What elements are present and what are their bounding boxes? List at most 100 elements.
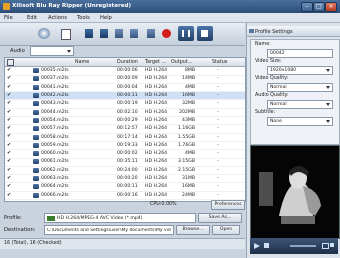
volume-icon[interactable] [330, 243, 334, 247]
name-input[interactable]: 00042 [267, 49, 333, 58]
row-checkbox[interactable]: ✔ [7, 142, 12, 148]
stop-preview-icon[interactable] [264, 243, 269, 248]
row-name: 00066.m2ts [41, 192, 69, 198]
list-header: Name Duration Target ... Output... Statu… [5, 58, 245, 67]
save-as-button[interactable]: Save As... [198, 213, 242, 223]
table-row[interactable]: ✔ 00066.m2ts 00:00:16 HD H.264 24MB - [5, 192, 245, 201]
table-row[interactable]: ✔ 00043.m2ts 00:00:19 HD H.264 32MB - [5, 100, 245, 109]
remove-button[interactable] [112, 26, 126, 41]
row-name: 00042.m2ts [41, 93, 69, 99]
menu-edit[interactable]: Edit [27, 15, 37, 21]
table-row[interactable]: ✔ 00037.m2ts 00:00:09 HD H.264 14MB - [5, 75, 245, 84]
table-row[interactable]: ✔ 00041.m2ts 00:00:04 HD H.264 4MB - [5, 84, 245, 93]
table-row[interactable]: ✔ 00063.m2ts 00:00:20 HD H.264 31MB - [5, 175, 245, 184]
row-checkbox[interactable]: ✔ [7, 175, 12, 181]
row-target: HD H.264 [145, 192, 168, 198]
table-row[interactable]: ✔ 00042.m2ts 00:00:11 HD H.264 16MB - [5, 91, 245, 101]
audio-quality-select[interactable]: Normal [267, 100, 333, 109]
pause-button[interactable] [178, 26, 194, 41]
row-name: 00037.m2ts [41, 76, 69, 82]
row-duration: 00:12:57 [117, 126, 138, 132]
minimize-button[interactable]: – [301, 2, 313, 12]
video-quality-label: Video Quality: [255, 76, 289, 81]
row-checkbox[interactable]: ✔ [7, 101, 12, 106]
add-file-button[interactable] [58, 26, 72, 41]
row-output-size: 32MB [182, 101, 195, 107]
row-checkbox[interactable]: ✔ [7, 92, 12, 98]
table-row[interactable]: ✔ 00060.m2ts 00:00:02 HD H.264 4MB - [5, 150, 245, 159]
view-button-2[interactable] [97, 26, 111, 41]
row-output-size: 43MB [182, 117, 195, 123]
row-checkbox[interactable]: ✔ [7, 134, 12, 139]
audio-select[interactable] [30, 46, 74, 56]
row-checkbox[interactable]: ✔ [7, 159, 12, 164]
clip-button[interactable] [127, 26, 141, 41]
close-button[interactable]: × [325, 2, 337, 12]
play-icon[interactable] [254, 243, 260, 249]
preferences-button[interactable]: Preferences [211, 200, 245, 210]
load-disc-button[interactable] [36, 26, 54, 41]
row-checkbox[interactable]: ✔ [7, 109, 12, 115]
table-row[interactable]: ✔ 00064.m2ts 00:00:11 HD H.264 16MB - [5, 183, 245, 192]
view-button-1[interactable] [82, 26, 96, 41]
column-output[interactable]: Output... [171, 60, 192, 65]
stop-button[interactable] [197, 26, 213, 41]
table-row[interactable]: ✔ 00058.m2ts 00:17:14 HD H.264 1.55GB - [5, 133, 245, 142]
row-checkbox[interactable]: ✔ [7, 151, 12, 156]
menu-file[interactable]: File [4, 15, 13, 21]
column-status[interactable]: Status [212, 60, 227, 65]
profile-select[interactable]: HD H.264/MPEG-4 AVC Video (*.mp4) [44, 213, 196, 223]
subtitle-value: None [270, 119, 282, 124]
video-file-icon [33, 93, 39, 99]
snapshot-icon[interactable] [322, 243, 329, 249]
row-checkbox[interactable]: ✔ [7, 126, 12, 131]
menu-actions[interactable]: Actions [48, 15, 67, 21]
row-checkbox[interactable]: ✔ [7, 192, 12, 198]
browse-button[interactable]: Browse... [176, 225, 210, 235]
table-row[interactable]: ✔ 00044.m2ts 00:02:10 HD H.264 202MB - [5, 109, 245, 118]
row-checkbox[interactable]: ✔ [7, 117, 12, 123]
column-target[interactable]: Target ... [145, 60, 166, 65]
row-target: HD H.264 [145, 68, 168, 74]
video-file-icon [33, 134, 39, 140]
table-row[interactable]: ✔ 00035.m2ts 00:00:06 HD H.264 8MB - [5, 67, 245, 76]
split-button[interactable] [144, 26, 158, 41]
video-file-icon [33, 76, 39, 82]
row-checkbox[interactable]: ✔ [7, 84, 12, 90]
app-icon [3, 3, 10, 10]
menu-help[interactable]: Help [100, 15, 112, 21]
table-row[interactable]: ✔ 00062.m2ts 00:24:00 HD H.264 2.15GB - [5, 167, 245, 176]
destination-input[interactable]: C:\Documents and Settings\user\My docume… [44, 225, 174, 235]
row-checkbox[interactable]: ✔ [7, 167, 12, 173]
row-checkbox[interactable]: ✔ [7, 76, 12, 81]
video-preview [250, 145, 340, 239]
video-file-icon [33, 184, 39, 190]
open-button[interactable]: Open [212, 225, 240, 235]
menu-tools[interactable]: Tools [77, 15, 90, 21]
table-row[interactable]: ✔ 00061.m2ts 00:35:11 HD H.264 3.15GB - [5, 158, 245, 167]
preview-seek-bar[interactable] [290, 245, 316, 247]
check-all-box[interactable] [7, 59, 14, 66]
table-row[interactable]: ✔ 00054.m2ts 00:00:29 HD H.264 43MB - [5, 117, 245, 126]
profile-settings-header[interactable]: Profile Settings [247, 26, 340, 37]
row-name: 00059.m2ts [41, 142, 69, 148]
row-checkbox[interactable]: ✔ [7, 184, 12, 189]
video-size-select[interactable]: 1920x1080 [267, 66, 333, 75]
film-icon [85, 29, 93, 38]
column-duration[interactable]: Duration [117, 60, 138, 65]
title-bar[interactable]: Xilisoft Blu Ray Ripper (Unregistered) –… [0, 0, 340, 13]
row-duration: 00:19:33 [117, 142, 138, 148]
subtitle-select[interactable]: None [267, 117, 333, 126]
row-duration: 00:00:02 [117, 151, 138, 157]
video-file-icon [33, 84, 39, 90]
video-file-icon [33, 176, 39, 182]
row-checkbox[interactable]: ✔ [7, 68, 12, 73]
table-row[interactable]: ✔ 00059.m2ts 00:19:33 HD H.264 1.76GB - [5, 142, 245, 151]
video-quality-select[interactable]: Normal [267, 83, 333, 92]
table-row[interactable]: ✔ 00057.m2ts 00:12:57 HD H.264 1.16GB - [5, 125, 245, 134]
row-status: - [217, 151, 219, 157]
convert-button[interactable] [159, 26, 175, 41]
column-name[interactable]: Name [75, 60, 89, 65]
maximize-button[interactable]: □ [313, 2, 325, 12]
row-output-size: 4MB [184, 84, 195, 90]
